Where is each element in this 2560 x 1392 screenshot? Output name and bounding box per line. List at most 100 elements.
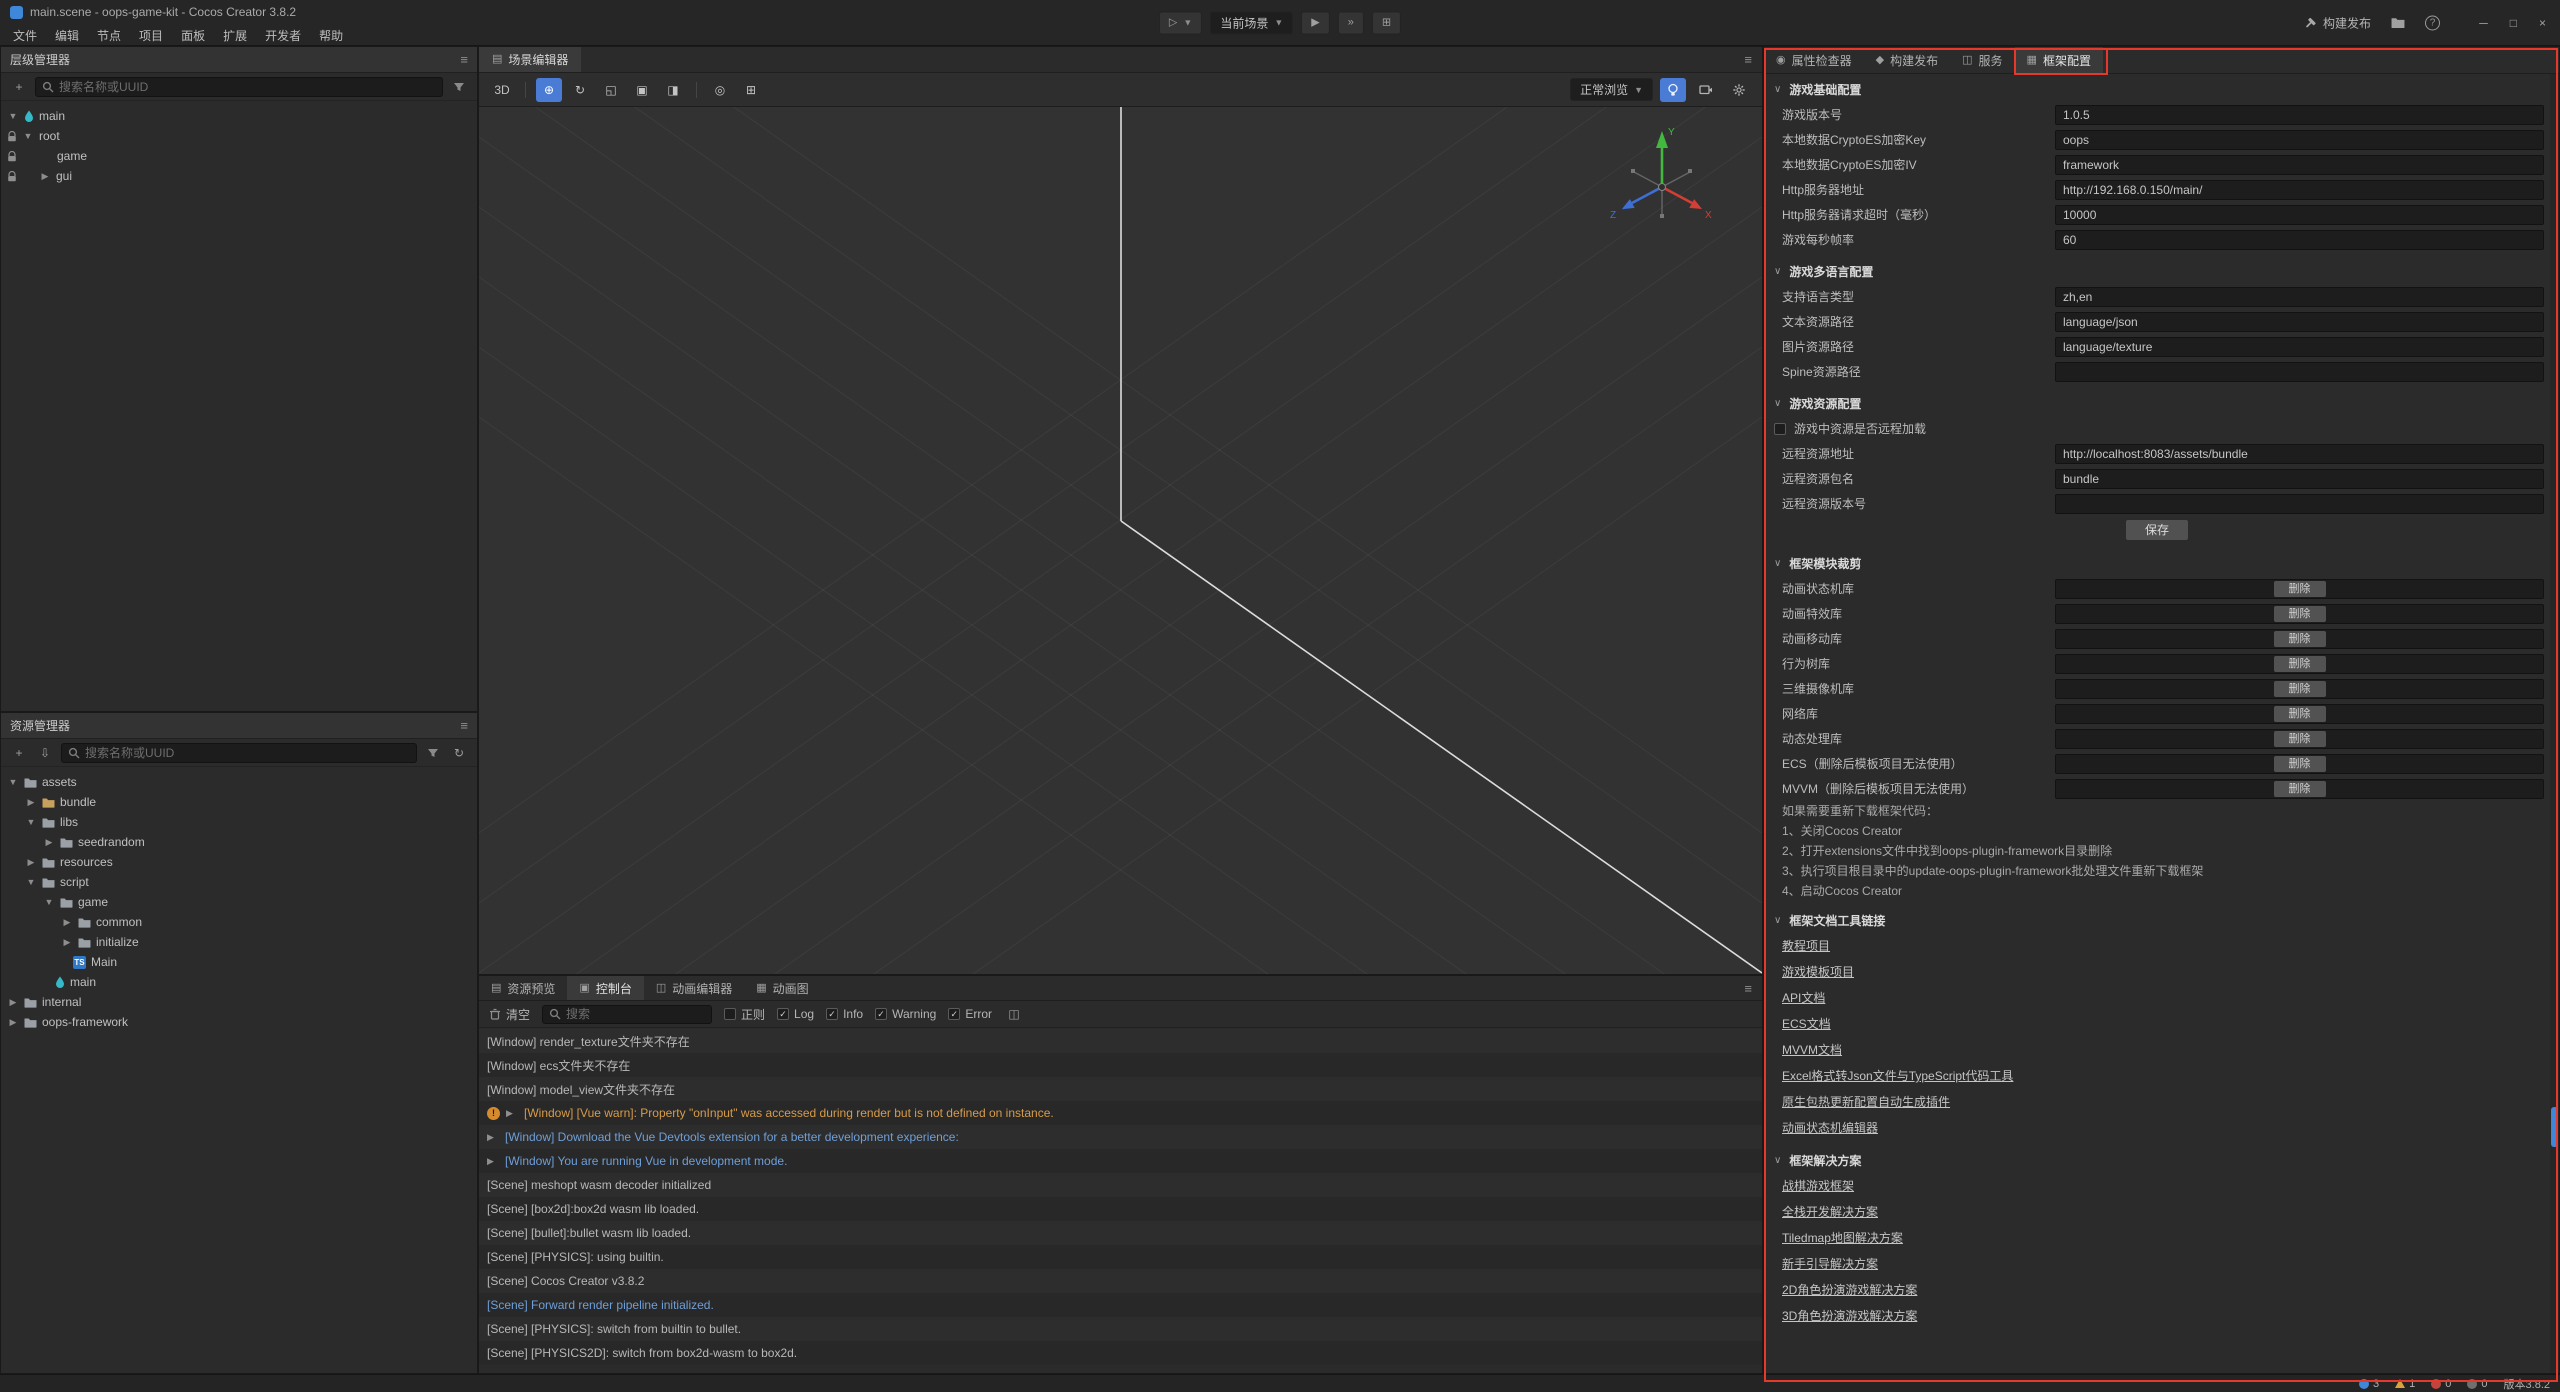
create-node-button[interactable]: + [9, 77, 29, 97]
close-button[interactable]: × [2539, 16, 2546, 30]
doc-link[interactable]: 动画状态机编辑器 [1782, 1121, 1878, 1135]
console-search[interactable] [542, 1005, 712, 1024]
checkbox-checked[interactable]: ✓ [777, 1008, 789, 1020]
section-module-trim[interactable]: ∨框架模块裁剪 [1764, 550, 2550, 576]
asset-item-main-scene[interactable]: main [1, 972, 477, 992]
delete-button[interactable]: 删除 [2274, 606, 2326, 622]
log-row[interactable]: [Scene] meshopt wasm decoder initialized [479, 1173, 1762, 1197]
checkbox-checked[interactable]: ✓ [826, 1008, 838, 1020]
log-row[interactable]: [Scene] [PHYSICS]: switch from builtin t… [479, 1317, 1762, 1341]
play-button[interactable]: ▶ [1301, 11, 1329, 34]
delete-button[interactable]: 删除 [2274, 731, 2326, 747]
filter-info-toggle[interactable]: ✓Info [826, 1007, 863, 1021]
transform-gizmo-button[interactable]: ◨ [660, 78, 686, 102]
section-language-config[interactable]: ∨游戏多语言配置 [1764, 258, 2550, 284]
orientation-gizmo[interactable]: Y X Z [1602, 121, 1722, 241]
chevron-right-icon[interactable]: ▶ [61, 917, 73, 928]
chevron-down-icon[interactable]: ▼ [25, 877, 37, 887]
checkbox-checked[interactable]: ✓ [875, 1008, 887, 1020]
chevron-right-icon[interactable]: ▶ [61, 937, 73, 948]
spine-path-input[interactable] [2055, 362, 2544, 382]
chevron-right-icon[interactable]: ▶ [39, 171, 51, 182]
scene-light-toggle[interactable] [1660, 78, 1686, 102]
remote-version-input[interactable] [2055, 494, 2544, 514]
game-version-input[interactable] [2055, 105, 2544, 125]
pivot-toggle-button[interactable]: ◎ [707, 78, 733, 102]
scrollbar-thumb[interactable] [2551, 1107, 2558, 1147]
chevron-right-icon[interactable]: ▶ [487, 1156, 499, 1167]
solution-link[interactable]: 2D角色扮演游戏解决方案 [1782, 1283, 1917, 1297]
hierarchy-node-root[interactable]: ▼ root [1, 126, 477, 146]
asset-item-assets[interactable]: ▼ assets [1, 772, 477, 792]
hierarchy-node-gui[interactable]: ▶ gui [1, 166, 477, 186]
tab-property-inspector[interactable]: ◉属性检查器 [1764, 47, 1864, 73]
preview-target-button[interactable]: ▷ ▼ [1159, 11, 1202, 34]
doc-link[interactable]: MVVM文档 [1782, 1043, 1842, 1057]
scene-gizmo-settings-button[interactable] [1726, 78, 1752, 102]
doc-link[interactable]: 游戏模板项目 [1782, 965, 1854, 979]
rotate-tool-button[interactable]: ↻ [567, 78, 593, 102]
collapse-logs-icon[interactable]: ◫ [1004, 1004, 1024, 1024]
hierarchy-node-main[interactable]: ▼ main [1, 106, 477, 126]
folder-icon[interactable] [2391, 17, 2405, 29]
delete-button[interactable]: 删除 [2274, 781, 2326, 797]
lock-icon[interactable] [7, 151, 17, 162]
http-server-input[interactable] [2055, 180, 2544, 200]
asset-item-initialize[interactable]: ▶ initialize [1, 932, 477, 952]
section-resource-config[interactable]: ∨游戏资源配置 [1764, 390, 2550, 416]
remote-bundle-input[interactable] [2055, 469, 2544, 489]
asset-item-common[interactable]: ▶ common [1, 912, 477, 932]
hierarchy-node-game[interactable]: game [1, 146, 477, 166]
asset-item-script[interactable]: ▼ script [1, 872, 477, 892]
tab-asset-preview[interactable]: ▤资源预览 [479, 976, 567, 1000]
camera-settings-button[interactable] [1693, 78, 1719, 102]
panel-menu-icon[interactable]: ≡ [1744, 52, 1752, 67]
filter-error-toggle[interactable]: ✓Error [948, 1007, 992, 1021]
asset-item-oops-framework[interactable]: ▶ oops-framework [1, 1012, 477, 1032]
create-asset-button[interactable]: + [9, 743, 29, 763]
asset-item-libs[interactable]: ▼ libs [1, 812, 477, 832]
doc-link[interactable]: API文档 [1782, 991, 1825, 1005]
maximize-button[interactable]: □ [2510, 16, 2517, 30]
tab-scene-editor[interactable]: ▤ 场景编辑器 [479, 47, 581, 72]
log-row[interactable]: [Scene] [box2d]:box2d wasm lib loaded. [479, 1197, 1762, 1221]
crypto-iv-input[interactable] [2055, 155, 2544, 175]
crypto-key-input[interactable] [2055, 130, 2544, 150]
asset-item-internal[interactable]: ▶ internal [1, 992, 477, 1012]
panel-menu-icon[interactable]: ≡ [460, 52, 468, 67]
http-timeout-input[interactable] [2055, 205, 2544, 225]
remote-load-toggle[interactable]: 游戏中资源是否远程加载 [1764, 416, 2550, 441]
lock-icon[interactable] [7, 171, 17, 182]
log-row-info[interactable]: ▶[Window] Download the Vue Devtools exte… [479, 1125, 1762, 1149]
filter-icon[interactable] [423, 743, 443, 763]
menu-project[interactable]: 项目 [130, 25, 172, 46]
chevron-right-icon[interactable]: ▶ [25, 857, 37, 868]
status-error-count[interactable]: 0 [2431, 1378, 2451, 1390]
chevron-right-icon[interactable]: ▶ [25, 797, 37, 808]
view-mode-select[interactable]: 正常浏览 ▼ [1570, 78, 1653, 101]
log-row[interactable]: [Scene] [bullet]:bullet wasm lib loaded. [479, 1221, 1762, 1245]
delete-button[interactable]: 删除 [2274, 756, 2326, 772]
chevron-right-icon[interactable]: ▶ [506, 1108, 518, 1119]
chevron-right-icon[interactable]: ▶ [43, 837, 55, 848]
chevron-right-icon[interactable]: ▶ [7, 997, 19, 1008]
solution-link[interactable]: 新手引导解决方案 [1782, 1257, 1878, 1271]
tab-animation-editor[interactable]: ◫动画编辑器 [644, 976, 744, 1000]
regex-toggle[interactable]: 正则 [724, 1006, 765, 1023]
tab-animation-graph[interactable]: ▦动画图 [744, 976, 820, 1000]
status-info-count[interactable]: 3 [2359, 1378, 2379, 1390]
log-row-info[interactable]: [Scene] Forward render pipeline initiali… [479, 1293, 1762, 1317]
section-basic-config[interactable]: ∨游戏基础配置 [1764, 76, 2550, 102]
menu-developer[interactable]: 开发者 [256, 25, 310, 46]
status-notice-count[interactable]: 0 [2467, 1378, 2487, 1390]
solution-link[interactable]: Tiledmap地图解决方案 [1782, 1231, 1903, 1245]
solution-link[interactable]: 3D角色扮演游戏解决方案 [1782, 1309, 1917, 1323]
assets-search-input[interactable] [85, 746, 410, 760]
chevron-down-icon[interactable]: ▼ [43, 897, 55, 907]
menu-node[interactable]: 节点 [88, 25, 130, 46]
doc-link[interactable]: Excel格式转Json文件与TypeScript代码工具 [1782, 1069, 2013, 1083]
tab-framework-config[interactable]: ▦框架配置 [2015, 47, 2103, 73]
assets-search[interactable] [61, 743, 417, 763]
asset-item-seedrandom[interactable]: ▶ seedrandom [1, 832, 477, 852]
languages-input[interactable] [2055, 287, 2544, 307]
